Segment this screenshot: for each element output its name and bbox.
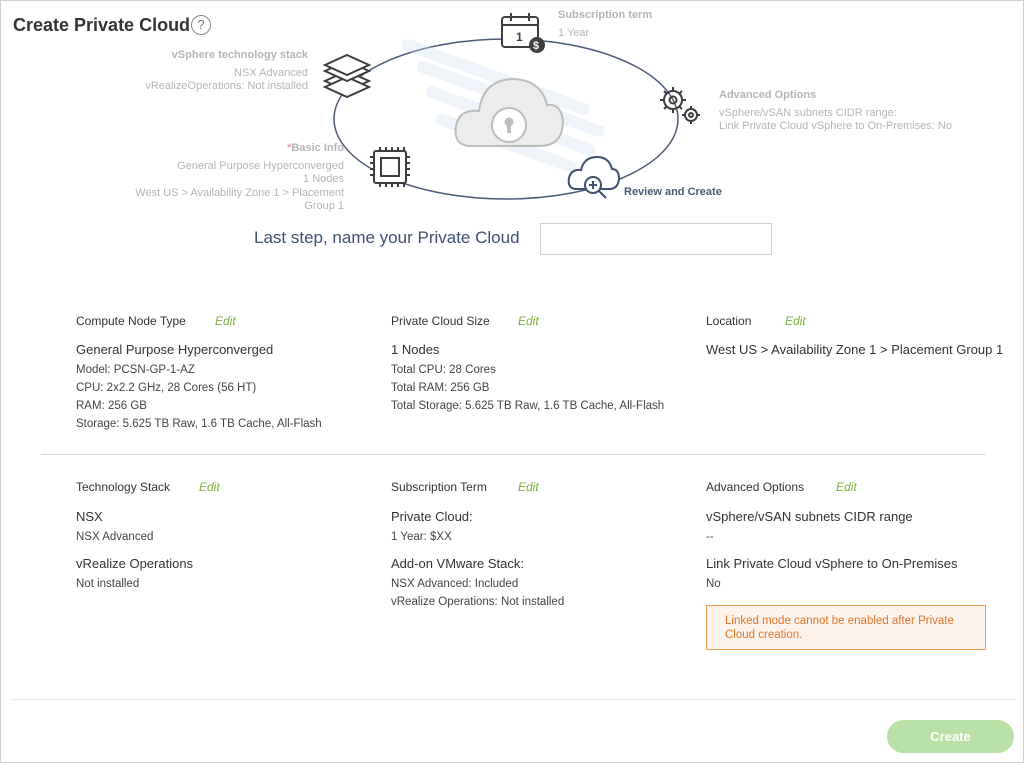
step-title: *Basic Info: [111, 142, 344, 156]
section-heading: Technology Stack: [76, 480, 171, 494]
step-detail: vSphere/vSAN subnets CIDR range:: [719, 106, 897, 119]
link-title: Link Private Cloud vSphere to On-Premise…: [706, 556, 958, 571]
step-detail: 1 Nodes: [303, 173, 344, 185]
compute-model: Model: PCSN-GP-1-AZ: [76, 364, 195, 376]
private-cloud-name-input[interactable]: [540, 223, 772, 255]
vrops-title: vRealize Operations: [76, 556, 194, 571]
gears-icon: [660, 87, 700, 124]
edit-term-link[interactable]: Edit: [518, 480, 539, 494]
step-title: vSphere technology stack: [171, 49, 308, 61]
wizard-step-tech-stack[interactable]: vSphere technology stack NSX Advanced vR…: [121, 49, 308, 94]
step-detail: Group 1: [304, 200, 344, 212]
addon-nsx: NSX Advanced: Included: [391, 578, 519, 590]
tech-stack-section: Technology Stack Edit NSX NSX Advanced v…: [76, 480, 376, 593]
wizard-step-subscription[interactable]: Subscription term 1 Year: [558, 9, 652, 40]
compute-node-section: Compute Node Type Edit General Purpose H…: [76, 314, 376, 433]
location-value: West US > Availability Zone 1 > Placemen…: [706, 342, 1004, 357]
wizard-diagram: 1 $ Subscription term 1 Year vSphere tec…: [1, 1, 1024, 216]
total-storage: Total Storage: 5.625 TB Raw, 1.6 TB Cach…: [391, 400, 665, 412]
section-heading: Subscription Term: [391, 480, 487, 494]
footer-divider: [13, 699, 1015, 700]
total-ram: Total RAM: 256 GB: [391, 382, 490, 394]
edit-advanced-link[interactable]: Edit: [836, 480, 857, 494]
step-title-text: Basic Info: [291, 142, 344, 154]
total-cpu: Total CPU: 28 Cores: [391, 364, 496, 376]
advanced-options-section: Advanced Options Edit vSphere/vSAN subne…: [706, 480, 1006, 593]
layers-icon: [322, 53, 372, 99]
compute-node-name: General Purpose Hyperconverged: [76, 342, 274, 357]
private-cloud-term-title: Private Cloud:: [391, 509, 473, 524]
vrops-value: Not installed: [76, 578, 140, 590]
calendar-dollar-icon: 1 $: [501, 13, 545, 53]
subscription-term-section: Subscription Term Edit Private Cloud: 1 …: [391, 480, 691, 611]
step-detail: vRealizeOperations: Not installed: [145, 80, 308, 92]
step-detail: 1 Year: [558, 26, 590, 39]
step-title: Review and Create: [624, 186, 722, 198]
addon-vrops: vRealize Operations: Not installed: [391, 596, 565, 608]
wizard-step-advanced[interactable]: Advanced Options vSphere/vSAN subnets CI…: [719, 89, 952, 134]
compute-cpu: CPU: 2x2.2 GHz, 28 Cores (56 HT): [76, 382, 257, 394]
node-count: 1 Nodes: [391, 342, 440, 357]
step-detail: General Purpose Hyperconverged: [177, 159, 344, 172]
edit-location-link[interactable]: Edit: [785, 314, 806, 328]
create-private-cloud-window: Create Private Cloud ? 1 $ Subscription …: [0, 0, 1024, 763]
calendar-day-glyph: 1: [516, 30, 523, 44]
name-prompt-label: Last step, name your Private Cloud: [254, 228, 520, 247]
compute-storage: Storage: 5.625 TB Raw, 1.6 TB Cache, All…: [76, 418, 322, 430]
location-section: Location Edit West US > Availability Zon…: [706, 314, 1006, 357]
addon-title: Add-on VMware Stack:: [391, 556, 524, 571]
section-heading: Location: [706, 314, 752, 328]
linked-mode-warning: Linked mode cannot be enabled after Priv…: [706, 605, 986, 650]
private-cloud-term-value: 1 Year: $XX: [391, 531, 452, 543]
cloud-size-section: Private Cloud Size Edit 1 Nodes Total CP…: [391, 314, 691, 415]
step-title: Subscription term: [558, 9, 653, 21]
cidr-value: --: [706, 531, 714, 543]
nsx-title: NSX: [76, 509, 103, 524]
compute-ram: RAM: 256 GB: [76, 400, 147, 412]
wizard-step-basic-info[interactable]: *Basic Info General Purpose Hyperconverg…: [111, 142, 344, 214]
step-title: Advanced Options: [719, 89, 817, 101]
edit-size-link[interactable]: Edit: [518, 314, 539, 328]
wizard-step-review[interactable]: Review and Create: [624, 186, 722, 200]
section-divider: [41, 454, 986, 455]
cidr-title: vSphere/vSAN subnets CIDR range: [706, 509, 913, 524]
edit-compute-link[interactable]: Edit: [215, 314, 236, 328]
chip-icon: [370, 147, 410, 187]
step-detail: West US > Availability Zone 1 > Placemen…: [135, 186, 344, 199]
dollar-glyph: $: [533, 40, 539, 52]
create-button[interactable]: Create: [887, 720, 1014, 753]
link-value: No: [706, 578, 721, 590]
nsx-value: NSX Advanced: [76, 531, 154, 543]
edit-tech-link[interactable]: Edit: [199, 480, 220, 494]
step-detail: NSX Advanced: [234, 66, 308, 79]
step-detail: Link Private Cloud vSphere to On-Premise…: [719, 120, 952, 132]
section-heading: Private Cloud Size: [391, 314, 490, 328]
